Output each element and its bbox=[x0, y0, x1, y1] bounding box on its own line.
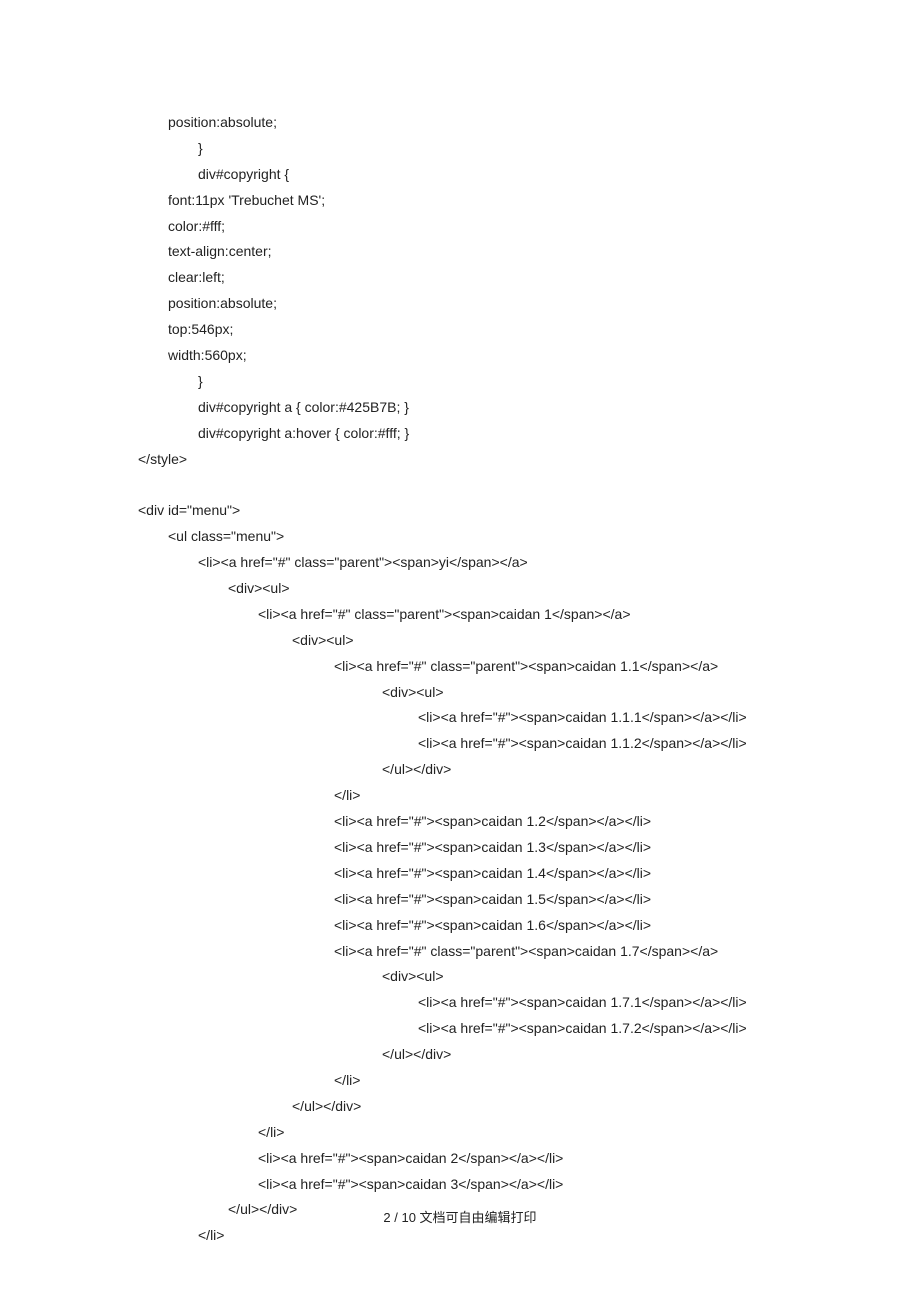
code-line: </ul></div> bbox=[0, 1094, 920, 1120]
code-line: </li> bbox=[0, 1120, 920, 1146]
code-line: text-align:center; bbox=[0, 239, 920, 265]
code-line: <div><ul> bbox=[0, 628, 920, 654]
code-line: <li><a href="#" class="parent"><span>cai… bbox=[0, 939, 920, 965]
code-line: position:absolute; bbox=[0, 291, 920, 317]
code-line: div#copyright { bbox=[0, 162, 920, 188]
code-line: } bbox=[0, 136, 920, 162]
code-line: div#copyright a { color:#425B7B; } bbox=[0, 395, 920, 421]
code-line: </ul></div> bbox=[0, 757, 920, 783]
code-line: <div><ul> bbox=[0, 680, 920, 706]
code-line: </li> bbox=[0, 783, 920, 809]
code-line: <li><a href="#"><span>caidan 3</span></a… bbox=[0, 1172, 920, 1198]
code-line: </ul></div> bbox=[0, 1042, 920, 1068]
code-line: <div><ul> bbox=[0, 964, 920, 990]
code-line: <div><ul> bbox=[0, 576, 920, 602]
code-line: <li><a href="#" class="parent"><span>cai… bbox=[0, 602, 920, 628]
code-line: <li><a href="#" class="parent"><span>cai… bbox=[0, 654, 920, 680]
code-line bbox=[0, 472, 920, 498]
code-line: <li><a href="#"><span>caidan 1.1.1</span… bbox=[0, 705, 920, 731]
code-line: <li><a href="#"><span>caidan 1.1.2</span… bbox=[0, 731, 920, 757]
code-line: <li><a href="#"><span>caidan 1.4</span><… bbox=[0, 861, 920, 887]
page-footer: 2 / 10 文档可自由编辑打印 bbox=[0, 1206, 920, 1230]
code-line: <li><a href="#"><span>caidan 1.3</span><… bbox=[0, 835, 920, 861]
code-line: <li><a href="#"><span>caidan 1.6</span><… bbox=[0, 913, 920, 939]
code-line: </li> bbox=[0, 1068, 920, 1094]
code-line: position:absolute; bbox=[0, 110, 920, 136]
document-page: position:absolute;}div#copyright {font:1… bbox=[0, 0, 920, 1249]
code-line: width:560px; bbox=[0, 343, 920, 369]
code-line: <ul class="menu"> bbox=[0, 524, 920, 550]
code-line: </style> bbox=[0, 447, 920, 473]
code-line: <li><a href="#"><span>caidan 1.7.2</span… bbox=[0, 1016, 920, 1042]
page-number-text: 2 / 10 文档可自由编辑打印 bbox=[383, 1210, 536, 1225]
code-line: <li><a href="#" class="parent"><span>yi<… bbox=[0, 550, 920, 576]
code-line: clear:left; bbox=[0, 265, 920, 291]
code-line: <li><a href="#"><span>caidan 1.2</span><… bbox=[0, 809, 920, 835]
code-line: color:#fff; bbox=[0, 214, 920, 240]
code-line: top:546px; bbox=[0, 317, 920, 343]
code-line: } bbox=[0, 369, 920, 395]
code-line: font:11px 'Trebuchet MS'; bbox=[0, 188, 920, 214]
code-listing: position:absolute;}div#copyright {font:1… bbox=[0, 110, 920, 1249]
code-line: <li><a href="#"><span>caidan 1.5</span><… bbox=[0, 887, 920, 913]
code-line: <li><a href="#"><span>caidan 2</span></a… bbox=[0, 1146, 920, 1172]
code-line: div#copyright a:hover { color:#fff; } bbox=[0, 421, 920, 447]
code-line: <div id="menu"> bbox=[0, 498, 920, 524]
code-line: <li><a href="#"><span>caidan 1.7.1</span… bbox=[0, 990, 920, 1016]
